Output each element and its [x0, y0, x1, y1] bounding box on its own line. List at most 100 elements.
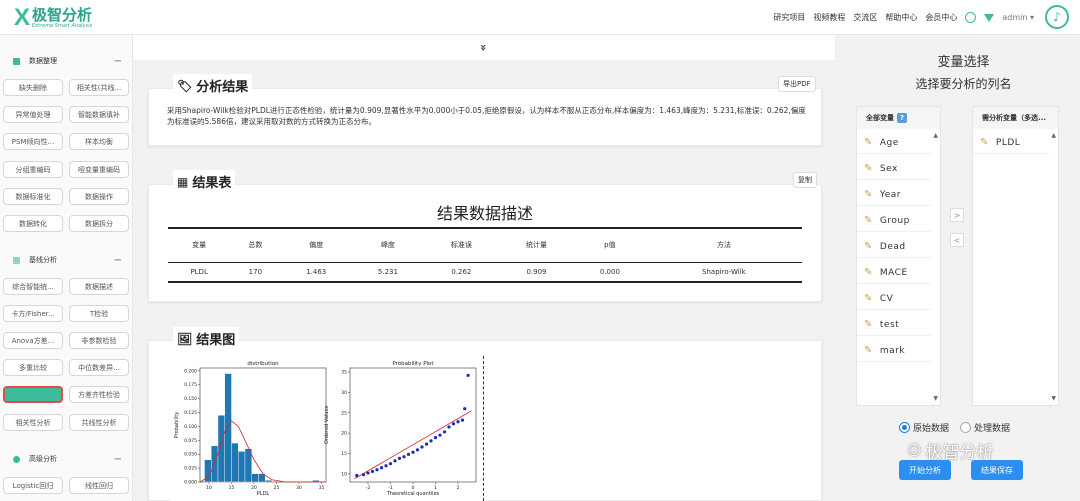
- selected-variables-list[interactable]: 需分析变量（多选... ✎ PLDL ▲ ▼: [972, 106, 1059, 406]
- all-vars-header-text: 全部变量: [866, 114, 894, 122]
- sidebar-item-describe[interactable]: 数据描述: [69, 278, 129, 295]
- save-results-button[interactable]: 结果保存: [971, 460, 1023, 480]
- filter-icon[interactable]: [984, 13, 995, 22]
- hist-xtick-label: 10: [206, 485, 212, 491]
- chevron-double-down-icon[interactable]: »: [477, 44, 490, 51]
- logo-en: Extreme Smart Analysis: [32, 22, 93, 29]
- sidebar-item-correlation[interactable]: 相关性分析: [3, 414, 63, 431]
- qq-title: Probability Plot: [392, 361, 434, 367]
- sidebar-item-normality-test[interactable]: 正态性检验: [3, 386, 63, 403]
- hist-ytick-label: 0.200: [184, 368, 197, 374]
- variable-item[interactable]: ✎ mark: [857, 340, 931, 362]
- sidebar-item-nonparam[interactable]: 非参数检验: [69, 332, 129, 349]
- sidebar-item-missing-delete[interactable]: 缺失删除: [3, 79, 63, 96]
- collapse-icon[interactable]: −: [114, 255, 122, 266]
- selected-item[interactable]: ✎ PLDL: [973, 132, 1049, 154]
- radio-raw-label[interactable]: 原始数据: [913, 421, 949, 434]
- radio-raw[interactable]: [899, 422, 910, 433]
- hist-bar: [224, 373, 232, 483]
- variable-item[interactable]: ✎ Year: [857, 184, 931, 206]
- qq-point: [415, 448, 420, 452]
- collapse-icon[interactable]: −: [114, 454, 122, 465]
- sidebar-item-anova[interactable]: Anova方差...: [3, 332, 63, 349]
- sidebar-item-group-recode[interactable]: 分组重编码: [3, 161, 63, 178]
- all-variables-list[interactable]: 全部变量 ? ✎ Age ✎ Sex ✎ Year ✎ Group ✎ Dead ✎ MAC…: [856, 106, 941, 406]
- sidebar-item-median-diff[interactable]: 中位数差异...: [69, 359, 129, 376]
- variable-item[interactable]: ✎ Group: [857, 210, 931, 232]
- sidebar-item-split[interactable]: 数据拆分: [69, 215, 129, 232]
- sidebar-item-linear[interactable]: 线性回归: [69, 477, 129, 494]
- qq-point: [420, 445, 424, 449]
- scroll-down-icon[interactable]: ▼: [933, 395, 938, 402]
- sidebar-item-outlier[interactable]: 异常值处理: [3, 106, 63, 123]
- panel-title: 变量选择: [937, 55, 990, 70]
- start-analysis-button[interactable]: 开始分析: [899, 460, 951, 480]
- sidebar-item-multi-compare[interactable]: 多重比较: [3, 359, 63, 376]
- nav-help[interactable]: 帮助中心: [885, 12, 917, 23]
- hist-ylabel: Probability: [174, 412, 180, 438]
- pencil-icon: ✎: [864, 241, 873, 252]
- sidebar-item-smart-stats[interactable]: 综合智能统...: [3, 278, 63, 295]
- sidebar-item-transform[interactable]: 数据转化: [3, 215, 63, 232]
- scroll-up-icon[interactable]: ▲: [933, 132, 938, 139]
- hist-ytick-label: 0.075: [184, 438, 197, 444]
- section-title: 数据整理: [29, 57, 57, 65]
- variable-item[interactable]: ✎ Sex: [857, 158, 931, 180]
- qq-point: [379, 466, 384, 470]
- logo-x-icon: X: [14, 4, 31, 31]
- qq-ytick-label: 25: [341, 410, 347, 416]
- section-advanced[interactable]: 高级分析 −: [0, 451, 133, 467]
- sidebar-item-data-ops[interactable]: 数据操作: [69, 188, 129, 205]
- sidebar-item-logistic[interactable]: Logistic回归: [3, 477, 63, 494]
- variable-item[interactable]: ✎ CV: [857, 288, 931, 310]
- sidebar-item-sample-balance[interactable]: 样本均衡: [69, 133, 129, 150]
- variable-item[interactable]: ✎ Dead: [857, 236, 931, 258]
- sidebar-item-collinearity[interactable]: 共线性分析: [69, 414, 129, 431]
- variable-label: test: [879, 319, 900, 330]
- help-icon[interactable]: ?: [897, 113, 907, 123]
- sidebar-item-ttest[interactable]: T检验: [69, 305, 129, 322]
- section-data-prep[interactable]: 数据整理 −: [0, 53, 133, 69]
- hist-ytick-label: 0.025: [184, 466, 197, 472]
- nav-forum[interactable]: 交流区: [853, 12, 877, 23]
- gear-icon[interactable]: [965, 12, 977, 23]
- sidebar-item-standardize[interactable]: 数据标准化: [3, 188, 63, 205]
- collapse-toggle[interactable]: »: [133, 35, 835, 60]
- sidebar-item-psm[interactable]: PSM倾向性...: [3, 133, 63, 150]
- qq-point: [393, 459, 397, 463]
- radio-processed-label[interactable]: 处理数据: [974, 421, 1010, 434]
- sidebar-item-chisq[interactable]: 卡方/Fisher...: [3, 305, 63, 322]
- sidebar-item-dummy-recode[interactable]: 哑变量重编码: [69, 161, 129, 178]
- section-baseline[interactable]: 基线分析 −: [0, 252, 133, 268]
- nav-member[interactable]: 会员中心: [925, 12, 957, 23]
- move-left-button[interactable]: <: [950, 233, 964, 247]
- scroll-up-icon[interactable]: ▲: [1051, 132, 1056, 139]
- radio-processed[interactable]: [960, 422, 972, 433]
- move-right-button[interactable]: >: [950, 208, 964, 222]
- sidebar-item-smart-impute[interactable]: 智能数据填补: [69, 106, 129, 123]
- table-title-text: 结果表: [192, 176, 232, 191]
- all-vars-header: 全部变量 ?: [857, 107, 940, 129]
- hist-ytick-label: 0.000: [184, 480, 197, 486]
- logo[interactable]: X 极智分析 Extreme Smart Analysis: [14, 4, 92, 32]
- nav-videos[interactable]: 视频教程: [813, 12, 845, 23]
- pencil-icon: ✎: [864, 345, 873, 356]
- admin-menu[interactable]: admin ▾: [1002, 13, 1034, 22]
- copy-button[interactable]: 复制: [793, 172, 817, 188]
- variable-item[interactable]: ✎ test: [857, 314, 931, 336]
- qq-point: [433, 436, 438, 440]
- variable-item[interactable]: ✎ Age: [857, 132, 931, 154]
- variable-item[interactable]: ✎ MACE: [857, 262, 931, 284]
- pencil-icon: ✎: [864, 319, 873, 330]
- qq-point: [438, 433, 442, 437]
- hist-bar: [217, 415, 225, 483]
- hist-bar: [211, 445, 219, 483]
- collapse-icon[interactable]: −: [114, 56, 122, 67]
- export-pdf-button[interactable]: 导出PDF: [778, 76, 816, 92]
- nav-research[interactable]: 研究项目: [773, 12, 805, 23]
- scroll-down-icon[interactable]: ▼: [1051, 395, 1056, 402]
- sidebar-item-variance-homog[interactable]: 方差齐性检验: [69, 386, 129, 403]
- sidebar-item-correlation-collinear[interactable]: 相关性(共线...: [69, 79, 129, 96]
- tiktok-icon[interactable]: ♪: [1045, 5, 1069, 29]
- col-var: 变量: [168, 227, 231, 263]
